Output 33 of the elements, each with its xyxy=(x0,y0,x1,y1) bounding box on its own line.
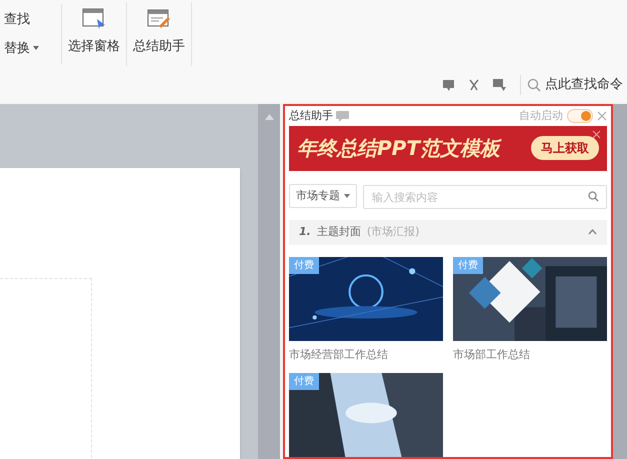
note-pen-icon xyxy=(147,8,171,30)
replace-button[interactable]: 替换 xyxy=(4,38,61,58)
comment-icon[interactable] xyxy=(443,80,454,90)
caret-icon xyxy=(33,46,39,50)
summary-assistant-button[interactable]: 总结助手 xyxy=(127,2,192,66)
search-icon[interactable] xyxy=(588,190,599,202)
banner-headline: 年终总结PPT范文模板 xyxy=(297,135,500,162)
section-title: 主题封面 xyxy=(316,224,361,240)
close-icon[interactable] xyxy=(597,111,607,122)
paid-badge: 付费 xyxy=(453,256,483,274)
selection-pane-button[interactable]: 选择窗格 xyxy=(62,2,127,66)
template-caption: 市场部工作总结 xyxy=(453,346,531,362)
close-icon[interactable] xyxy=(592,130,601,140)
find-button[interactable]: 查找 xyxy=(4,10,61,30)
paid-badge: 付费 xyxy=(289,373,319,390)
chat-icon[interactable] xyxy=(336,110,349,122)
template-caption: 市场经营部工作总结 xyxy=(289,346,389,362)
chevron-up-icon xyxy=(588,229,597,236)
search-icon xyxy=(527,78,541,92)
command-search-field[interactable]: 点此查找命令 xyxy=(520,75,623,95)
comment-down-icon[interactable] xyxy=(493,79,506,91)
paid-badge: 付费 xyxy=(289,256,319,274)
get-now-button[interactable]: 马上获取 xyxy=(531,136,599,160)
section-number: 1. xyxy=(299,224,311,240)
pane-icon xyxy=(82,8,106,30)
section-header[interactable]: 1. 主题封面 (市场汇报) xyxy=(289,220,607,244)
auto-start-label: 自动启动 xyxy=(519,108,563,124)
category-dropdown[interactable]: 市场专题 xyxy=(289,184,357,208)
section-subtitle: (市场汇报) xyxy=(366,224,420,240)
panel-title: 总结助手 xyxy=(289,108,333,124)
auto-start-toggle[interactable] xyxy=(567,109,593,124)
search-field[interactable]: 输入搜索内容 xyxy=(363,185,607,210)
caret-icon xyxy=(344,194,350,198)
